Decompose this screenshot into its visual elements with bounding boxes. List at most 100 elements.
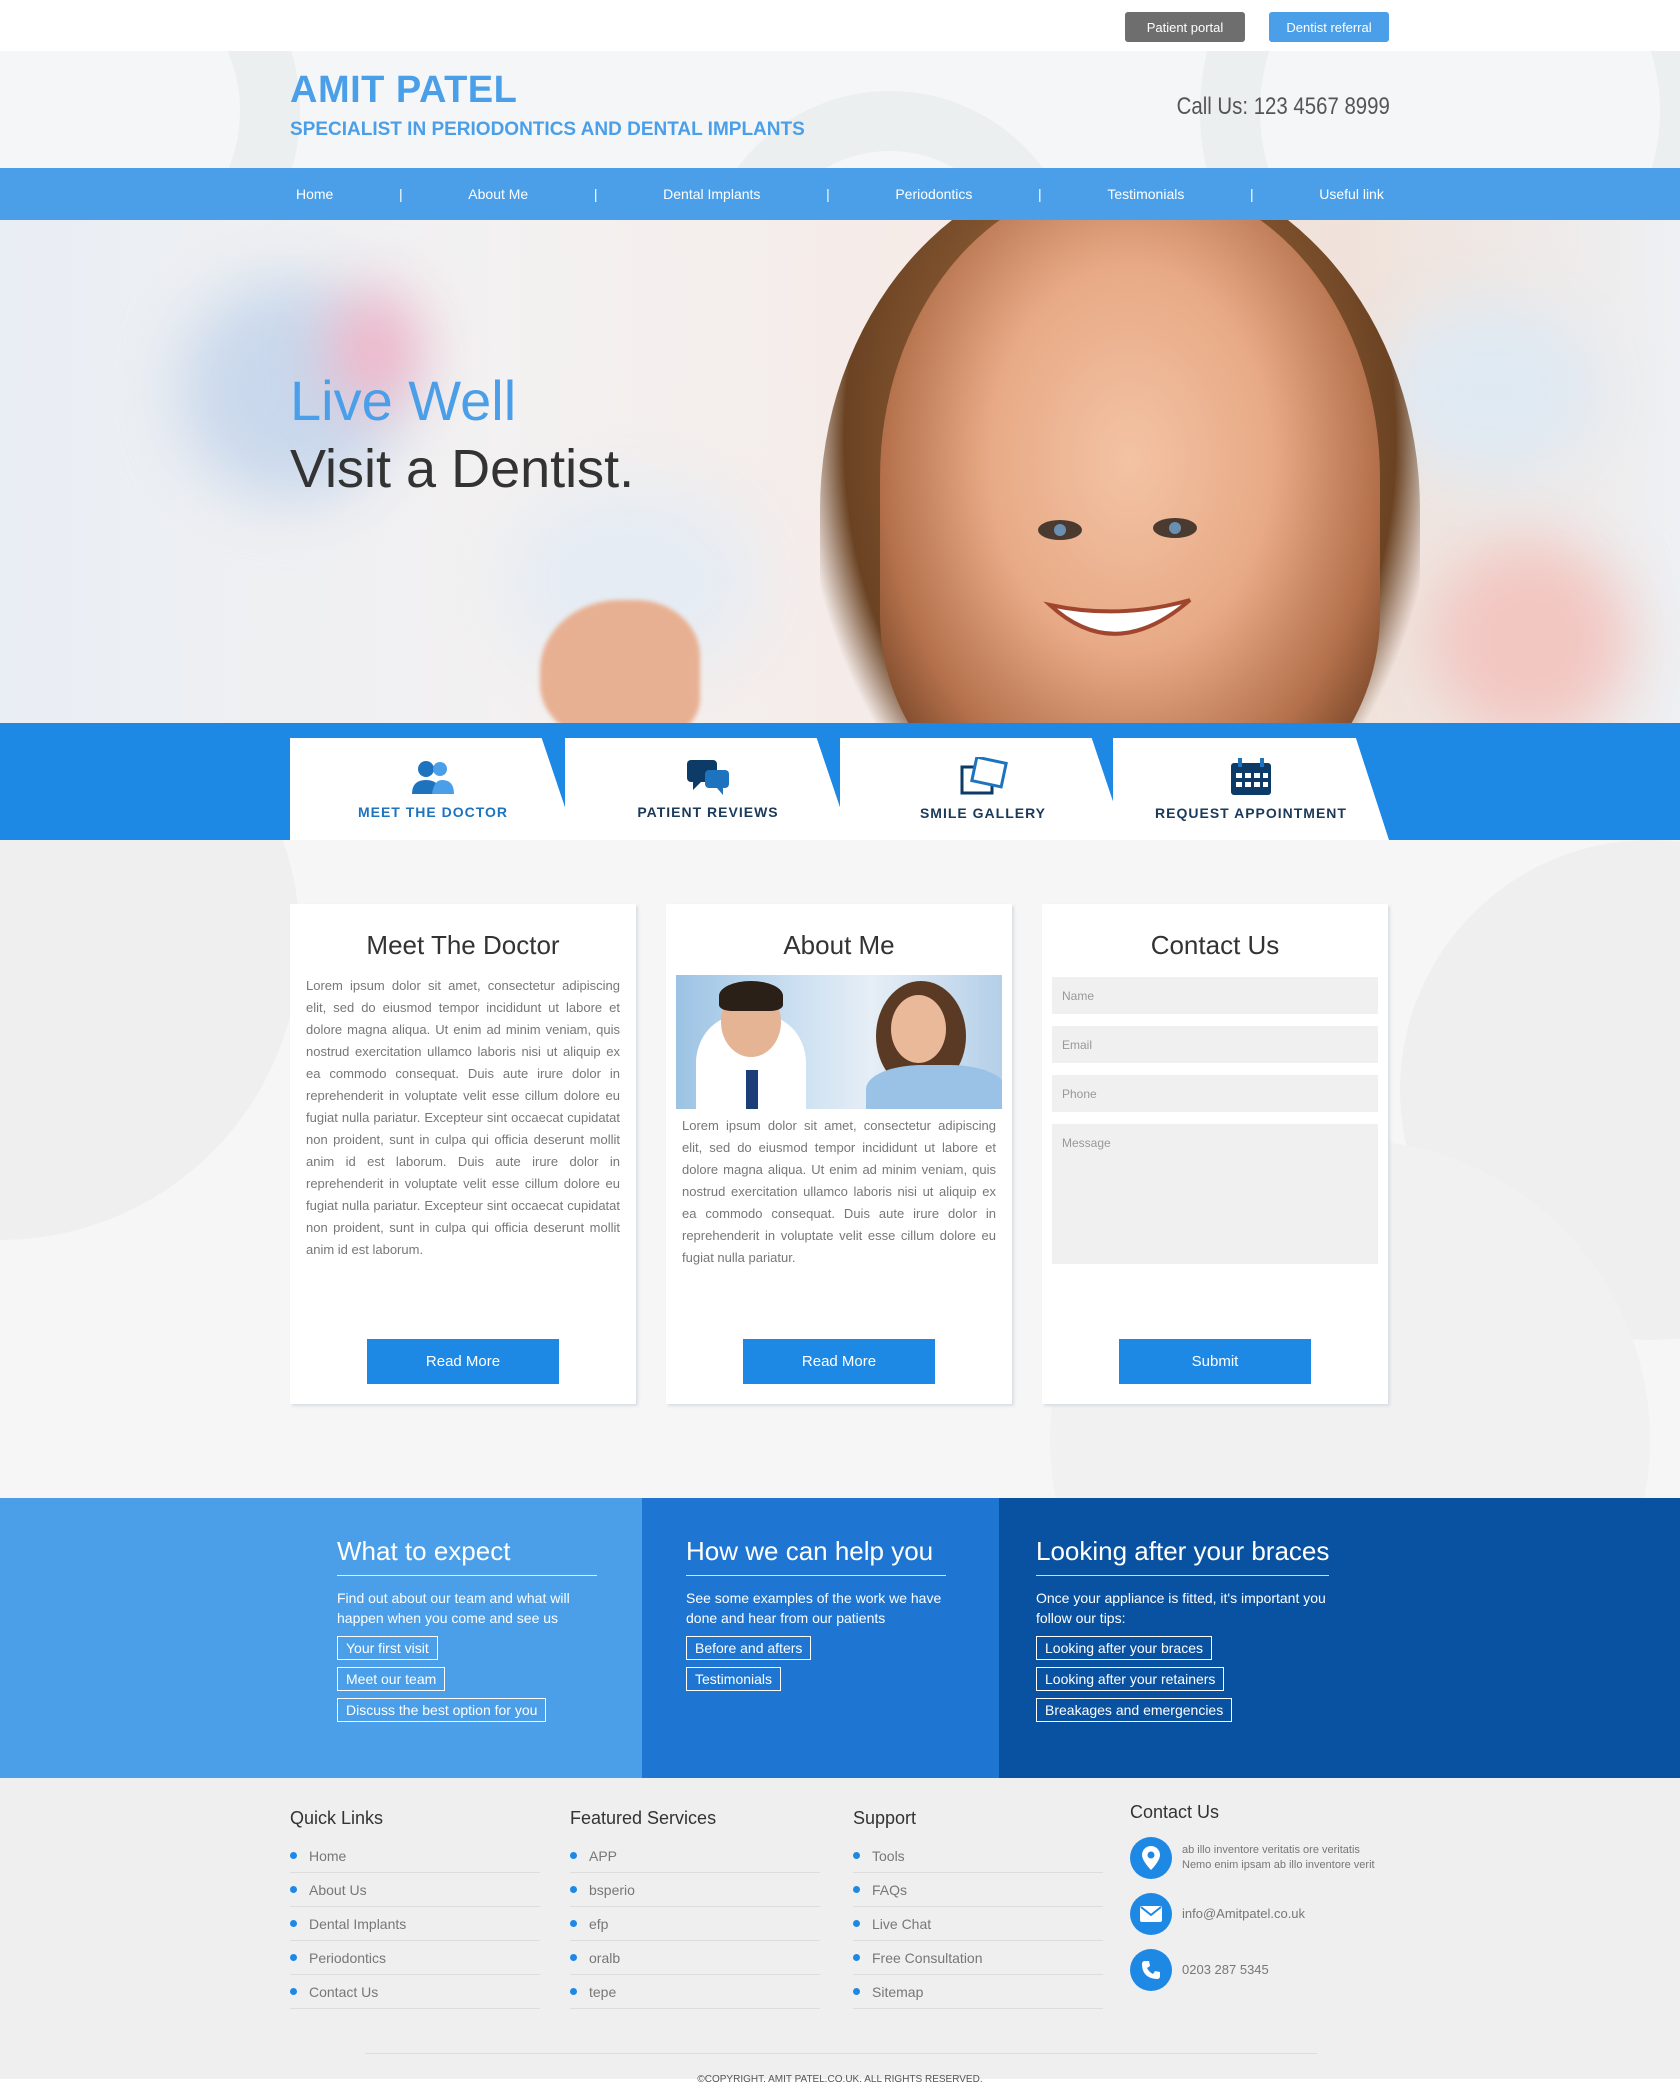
read-more-button[interactable]: Read More — [367, 1339, 559, 1384]
main-nav: Home | About Me | Dental Implants | Peri… — [0, 168, 1680, 220]
name-input[interactable]: Name — [1052, 977, 1378, 1014]
nav-periodontics[interactable]: Periodontics — [889, 186, 978, 202]
footer-link-home[interactable]: Home — [290, 1839, 540, 1873]
footer-link-efp[interactable]: efp — [570, 1907, 820, 1941]
footer-email[interactable]: info@Amitpatel.co.uk — [1182, 1906, 1305, 1922]
footer-link-about-us[interactable]: About Us — [290, 1873, 540, 1907]
footer-heading: Featured Services — [570, 1808, 717, 1828]
meet-doctor-card: Meet The Doctor Lorem ipsum dolor sit am… — [290, 904, 636, 1404]
nav-useful-link[interactable]: Useful link — [1313, 186, 1390, 202]
calendar-icon — [1231, 758, 1271, 795]
before-and-afters-link[interactable]: Before and afters — [686, 1636, 812, 1660]
tab-smile-gallery[interactable]: SMILE GALLERY — [840, 738, 1126, 840]
tab-meet-the-doctor[interactable]: MEET THE DOCTOR — [290, 738, 576, 840]
tab-patient-reviews[interactable]: PATIENT REVIEWS — [565, 738, 851, 840]
email-input[interactable]: Email — [1052, 1026, 1378, 1063]
envelope-icon — [1130, 1893, 1172, 1935]
contact-us-card: Contact Us Name Email Phone Message Subm… — [1042, 904, 1388, 1404]
footer-quick-links: Quick Links Home About Us Dental Implant… — [290, 1808, 540, 2009]
panel-description: See some examples of the work we have do… — [686, 1590, 942, 1626]
card-title: Meet The Doctor — [366, 930, 560, 960]
dentist-referral-button[interactable]: Dentist referral — [1269, 12, 1389, 42]
footer-link-periodontics[interactable]: Periodontics — [290, 1941, 540, 1975]
footer-link-faqs[interactable]: FAQs — [853, 1873, 1103, 1907]
phone-icon — [1130, 1949, 1172, 1991]
site-header: AMIT PATEL SPECIALIST IN PERIODONTICS AN… — [0, 51, 1680, 168]
info-band: What to expect Find out about our team a… — [0, 1498, 1680, 1778]
footer-link-oralb[interactable]: oralb — [570, 1941, 820, 1975]
tab-label: PATIENT REVIEWS — [637, 804, 779, 820]
site-tagline: SPECIALIST IN PERIODONTICS AND DENTAL IM… — [290, 119, 805, 140]
tab-label: MEET THE DOCTOR — [357, 804, 509, 820]
discuss-best-option-link[interactable]: Discuss the best option for you — [337, 1698, 547, 1722]
top-bar: Patient portal Dentist referral — [0, 0, 1680, 51]
footer-link-free-consultation[interactable]: Free Consultation — [853, 1941, 1103, 1975]
your-first-visit-link[interactable]: Your first visit — [337, 1636, 438, 1660]
meet-our-team-link[interactable]: Meet our team — [337, 1667, 446, 1691]
footer-address: ab illo inventore veritatis ore veritati… — [1182, 1844, 1375, 1871]
location-pin-icon — [1130, 1837, 1172, 1879]
braces-panel: Looking after your braces Once your appl… — [999, 1498, 1680, 1778]
footer-link-bsperio[interactable]: bsperio — [570, 1873, 820, 1907]
about-me-card: About Me Lorem ipsum dolor sit amet, con… — [666, 904, 1012, 1404]
hero-subheadline: Visit a Dentist. — [290, 439, 635, 499]
what-to-expect-panel: What to expect Find out about our team a… — [0, 1498, 642, 1778]
footer-address-row: ab illo inventore veritatis ore veritati… — [1130, 1837, 1380, 1879]
testimonials-link[interactable]: Testimonials — [686, 1667, 782, 1691]
doctor-patient-photo — [676, 975, 1002, 1109]
footer-link-app[interactable]: APP — [570, 1839, 820, 1873]
footer-heading: Contact Us — [1130, 1802, 1220, 1822]
footer-contact: Contact Us ab illo inventore veritatis o… — [1130, 1802, 1380, 2005]
footer-divider — [365, 2053, 1317, 2054]
message-textarea[interactable]: Message — [1052, 1124, 1378, 1264]
tab-request-appointment[interactable]: REQUEST APPOINTMENT — [1113, 738, 1389, 840]
panel-title: Looking after your braces — [1036, 1536, 1330, 1576]
card-text: Lorem ipsum dolor sit amet, consectetur … — [682, 1118, 996, 1265]
call-us-number: Call Us: 123 4567 8999 — [1176, 93, 1390, 120]
site-logo-name[interactable]: AMIT PATEL — [290, 69, 517, 112]
nav-separator: | — [1249, 186, 1254, 202]
footer-link-contact-us[interactable]: Contact Us — [290, 1975, 540, 2009]
feature-tabs: MEET THE DOCTOR PATIENT REVIEWS SMILE GA… — [0, 723, 1680, 840]
looking-after-retainers-link[interactable]: Looking after your retainers — [1036, 1667, 1225, 1691]
looking-after-braces-link[interactable]: Looking after your braces — [1036, 1636, 1212, 1660]
breakages-emergencies-link[interactable]: Breakages and emergencies — [1036, 1698, 1233, 1722]
nav-separator: | — [399, 186, 403, 202]
patient-portal-button[interactable]: Patient portal — [1125, 12, 1245, 42]
panel-title: How we can help you — [686, 1536, 946, 1576]
nav-testimonials[interactable]: Testimonials — [1101, 186, 1190, 202]
photos-icon — [960, 757, 1008, 795]
copyright-text: ©COPYRIGHT. AMIT PATEL.CO.UK. ALL RIGHTS… — [697, 2074, 983, 2085]
nav-about-me[interactable]: About Me — [462, 186, 534, 202]
footer-link-tools[interactable]: Tools — [853, 1839, 1103, 1873]
chat-bubbles-icon — [687, 760, 729, 795]
nav-separator: | — [826, 186, 830, 202]
tab-label: SMILE GALLERY — [919, 805, 1047, 821]
footer-phone[interactable]: 0203 287 5345 — [1182, 1962, 1269, 1978]
nav-home[interactable]: Home — [290, 186, 339, 202]
phone-input[interactable]: Phone — [1052, 1075, 1378, 1112]
hero-banner: Live Well Visit a Dentist. — [0, 220, 1680, 723]
nav-separator: | — [1038, 186, 1042, 202]
read-more-button[interactable]: Read More — [743, 1339, 935, 1384]
panel-title: What to expect — [337, 1536, 597, 1576]
card-title: Contact Us — [1150, 930, 1280, 960]
footer-link-live-chat[interactable]: Live Chat — [853, 1907, 1103, 1941]
tab-label: REQUEST APPOINTMENT — [1155, 805, 1347, 821]
footer-link-sitemap[interactable]: Sitemap — [853, 1975, 1103, 2009]
footer-phone-row: 0203 287 5345 — [1130, 1949, 1380, 1991]
submit-button[interactable]: Submit — [1119, 1339, 1311, 1384]
card-title: About Me — [783, 930, 895, 960]
how-we-help-panel: How we can help you See some examples of… — [642, 1498, 999, 1778]
footer-link-dental-implants[interactable]: Dental Implants — [290, 1907, 540, 1941]
panel-description: Once your appliance is fitted, it's impo… — [1036, 1590, 1326, 1626]
footer-featured-services: Featured Services APP bsperio efp oralb … — [570, 1808, 820, 2009]
card-text: Lorem ipsum dolor sit amet, consectetur … — [306, 978, 620, 1257]
footer-link-tepe[interactable]: tepe — [570, 1975, 820, 2009]
site-footer: Quick Links Home About Us Dental Implant… — [0, 1778, 1680, 2079]
footer-email-row: info@Amitpatel.co.uk — [1130, 1893, 1380, 1935]
footer-heading: Support — [853, 1808, 917, 1828]
users-icon — [412, 761, 454, 794]
nav-dental-implants[interactable]: Dental Implants — [657, 186, 766, 202]
panel-description: Find out about our team and what will ha… — [337, 1590, 570, 1626]
